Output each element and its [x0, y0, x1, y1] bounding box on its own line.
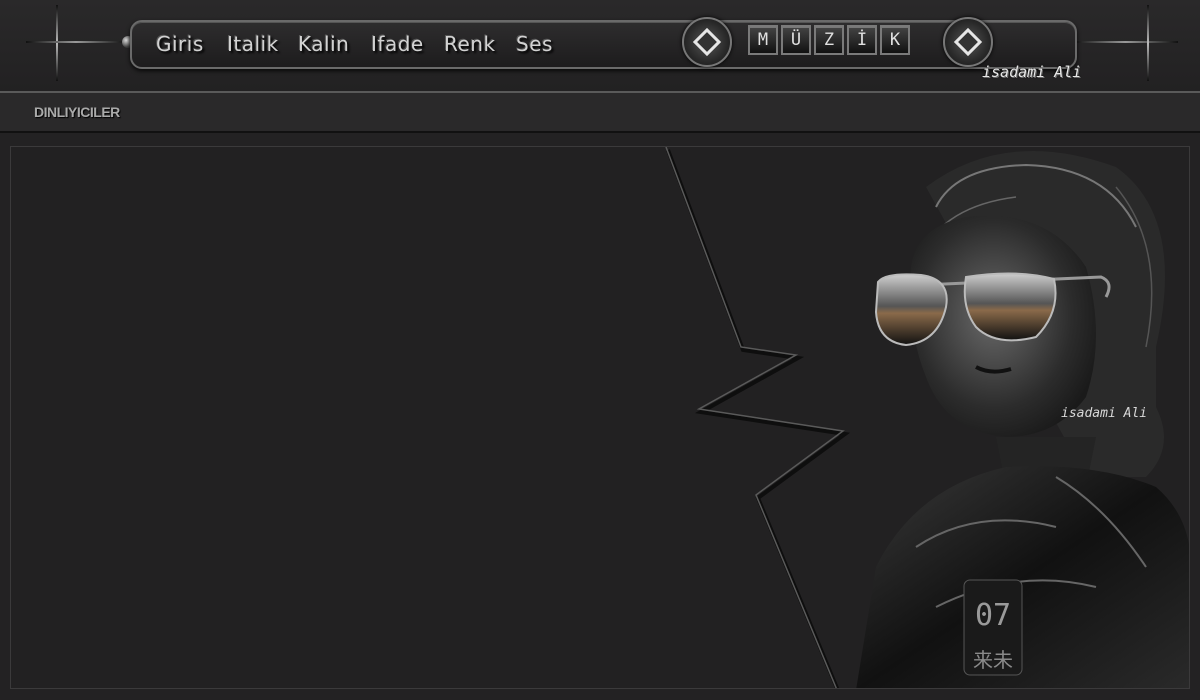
diamond-icon[interactable]	[682, 17, 732, 67]
nav-italik[interactable]: Italik	[227, 32, 279, 56]
nav-kalin[interactable]: Kalin	[298, 32, 349, 56]
nav-renk[interactable]: Renk	[444, 32, 496, 56]
listeners-title: DINLIYICILER	[34, 104, 120, 120]
watermark: isadami Ali	[1061, 406, 1147, 421]
music-player-label[interactable]: MÜZİK	[748, 25, 913, 55]
listeners-bar: DINLIYICILER	[0, 93, 1200, 133]
music-letter: K	[880, 25, 910, 55]
jacket-characters: 来未	[973, 648, 1013, 672]
woman-sunglasses-portrait: 07 来未 isadami Ali	[856, 151, 1189, 688]
music-letter: İ	[847, 25, 877, 55]
music-letter: Z	[814, 25, 844, 55]
right-crosshair-ornament	[1063, 0, 1200, 90]
music-letter: M	[748, 25, 778, 55]
left-crosshair-ornament	[0, 0, 135, 90]
nav-giris[interactable]: Giris	[156, 32, 204, 56]
jacket-number: 07	[975, 598, 1011, 633]
header-bar: Giris Italik Kalin Ifade Renk Ses MÜZİK …	[0, 0, 1200, 92]
signature-logo: isadami Ali	[982, 63, 1082, 81]
music-letter: Ü	[781, 25, 811, 55]
main-navigation: Giris Italik Kalin Ifade Renk Ses	[130, 20, 1077, 69]
nav-ifade[interactable]: Ifade	[371, 32, 424, 56]
nav-ses[interactable]: Ses	[516, 32, 553, 56]
diamond-icon[interactable]	[943, 17, 993, 67]
main-content-panel: 07 来未 isadami Ali	[10, 146, 1190, 689]
